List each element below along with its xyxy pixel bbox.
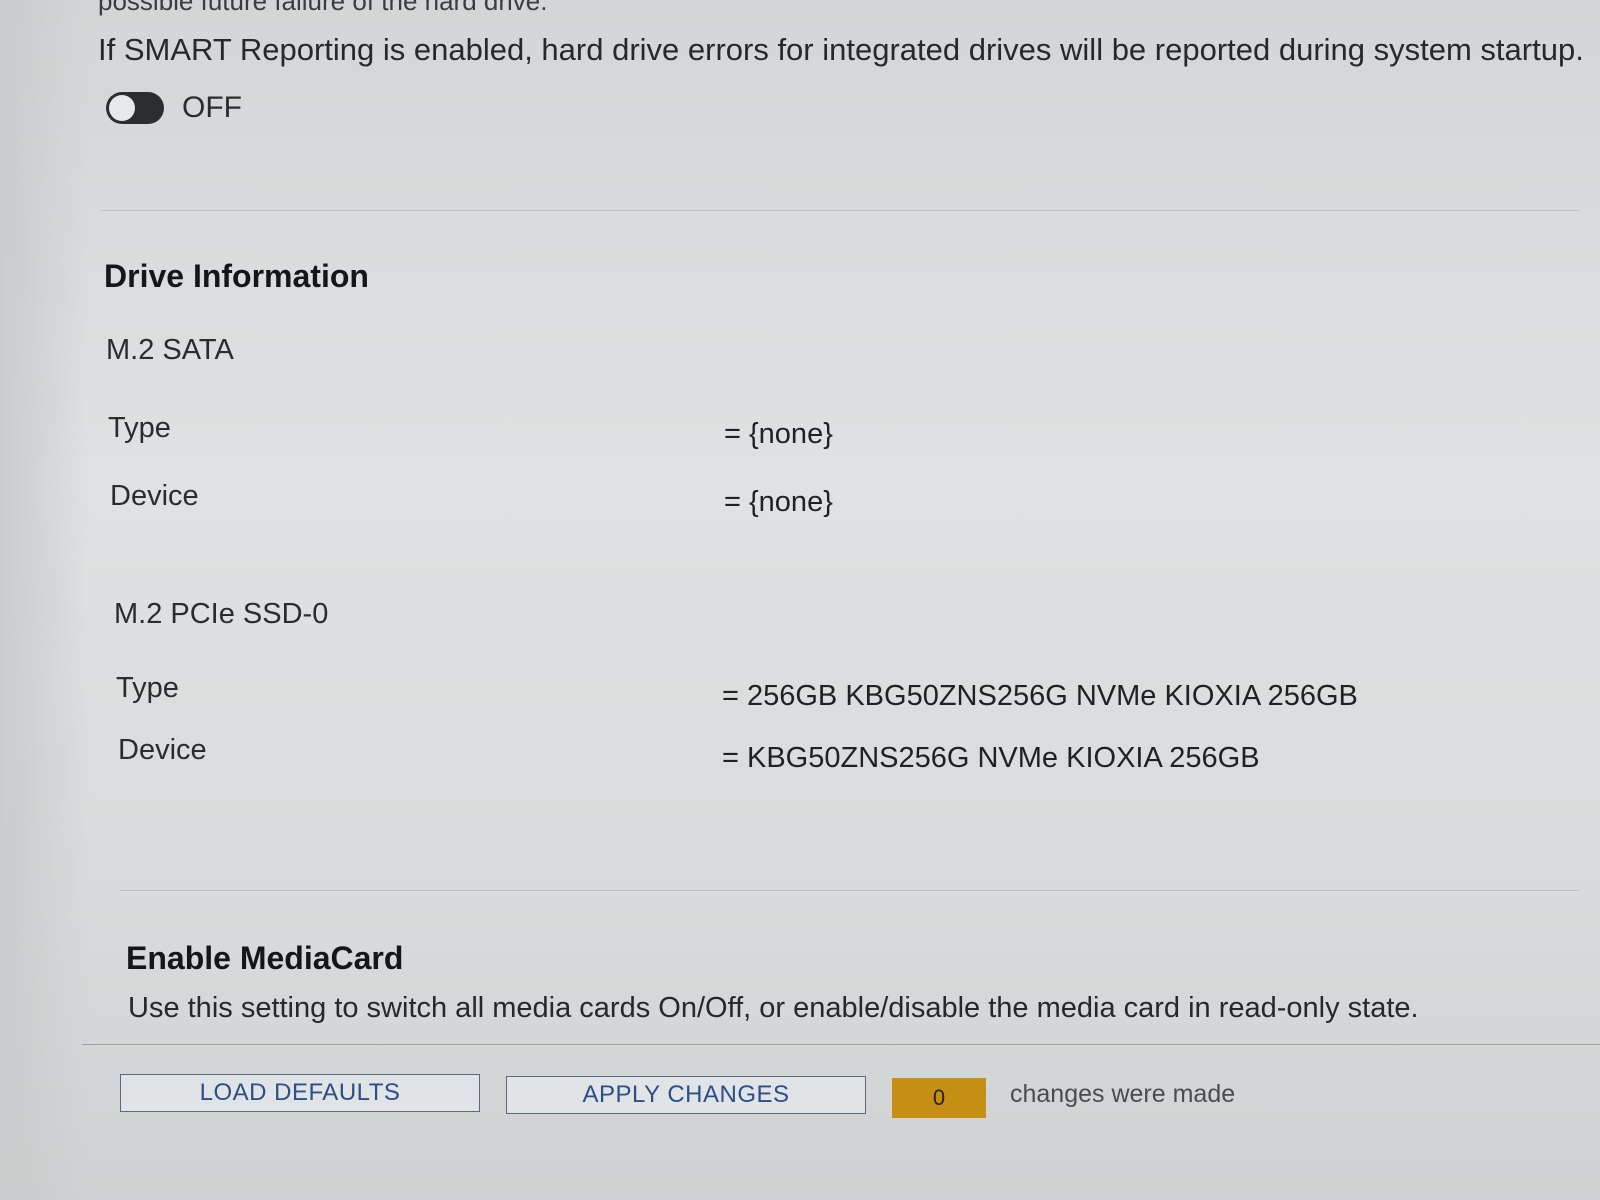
footer-divider [82,1044,1600,1045]
smart-reporting-toggle[interactable] [106,92,164,124]
m2-pcie-device-label: Device [118,734,207,766]
smart-description-partial: possible future failure of the hard driv… [98,0,548,16]
m2-sata-type-label: Type [108,412,171,444]
load-defaults-button[interactable]: LOAD DEFAULTS [120,1074,480,1112]
m2-pcie-type-label: Type [116,672,179,704]
m2-pcie-device-value: = KBG50ZNS256G NVMe KIOXIA 256GB [722,742,1260,774]
m2-sata-device-label: Device [110,480,199,512]
m2-sata-type-value: = {none} [724,418,833,450]
apply-changes-button[interactable]: APPLY CHANGES [506,1076,866,1114]
bios-settings-screen: possible future failure of the hard driv… [0,0,1600,1200]
section-divider [120,890,1580,891]
mediacard-description: Use this setting to switch all media car… [128,992,1419,1024]
smart-toggle-row: OFF [106,86,242,130]
drive-information-heading: Drive Information [104,258,369,294]
enable-mediacard-heading: Enable MediaCard [126,940,404,976]
content-area: possible future failure of the hard driv… [0,0,1600,1200]
m2-sata-title: M.2 SATA [106,334,234,366]
toggle-knob [109,95,135,121]
m2-sata-device-value: = {none} [724,486,833,518]
changes-made-text: changes were made [1010,1080,1236,1108]
smart-toggle-state: OFF [182,91,242,124]
m2-pcie-type-value: = 256GB KBG50ZNS256G NVMe KIOXIA 256GB [722,680,1358,712]
m2-pcie-ssd-title: M.2 PCIe SSD-0 [114,598,329,630]
section-divider [100,210,1580,211]
change-count-badge: 0 [892,1078,986,1118]
smart-description: If SMART Reporting is enabled, hard driv… [98,32,1584,67]
